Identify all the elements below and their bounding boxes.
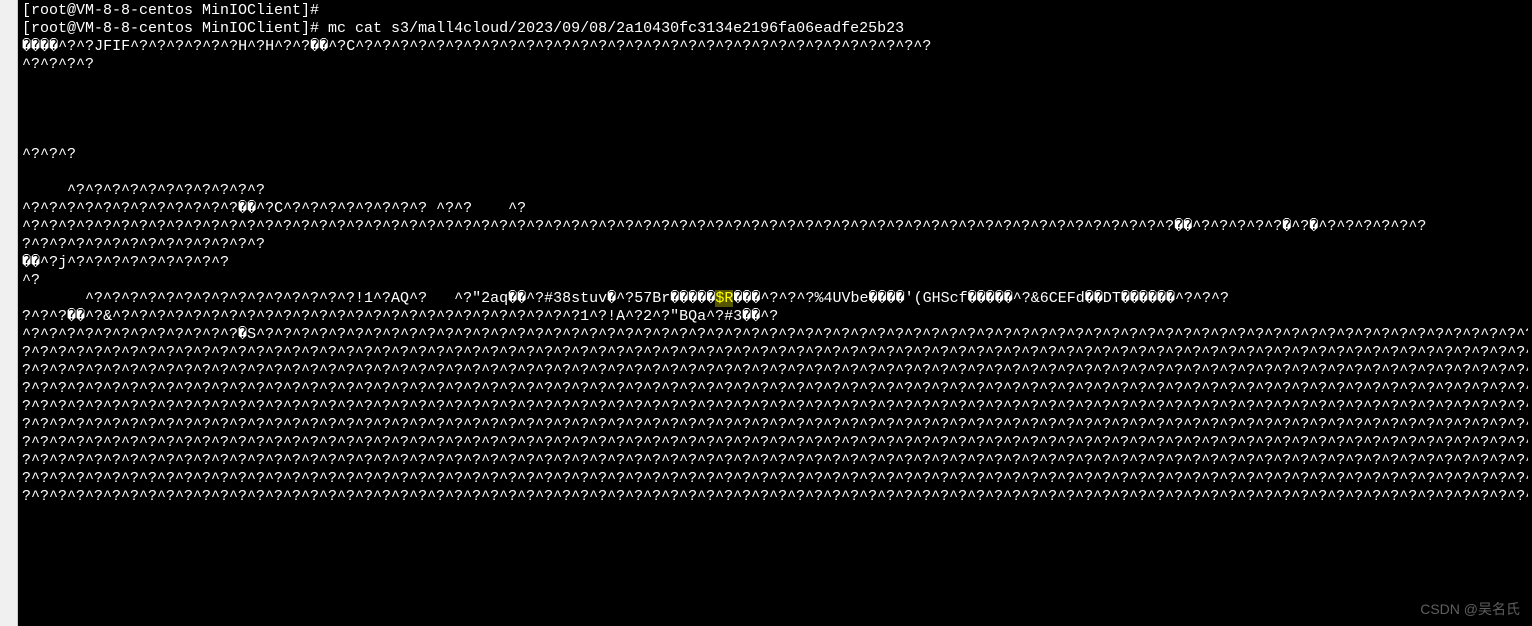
- watermark: CSDN @吴名氏: [1420, 601, 1520, 618]
- terminal-line: [22, 92, 1528, 110]
- terminal-line: ?^?^?^?^?^?^?^?^?^?^?^?^?^?^?^?^?^?^?^?^…: [22, 488, 1528, 506]
- terminal-line: ^?^?^?^?^?^?^?^?^?^?^?^?^?^?^?!1^?AQ^? ^…: [22, 290, 1528, 308]
- terminal-line: ?^?^?^?^?^?^?^?^?^?^?^?^?^?^?^?^?^?^?^?^…: [22, 452, 1528, 470]
- terminal-output[interactable]: [root@VM-8-8-centos MinIOClient]#[root@V…: [18, 0, 1532, 626]
- terminal-line: ?^?^?��^?&^?^?^?^?^?^?^?^?^?^?^?^?^?^?^?…: [22, 308, 1528, 326]
- terminal-line: ^?^?^?^?^?^?^?^?^?^?^?^?�S^?^?^?^?^?^?^?…: [22, 326, 1528, 344]
- terminal-line: ?^?^?^?^?^?^?^?^?^?^?^?^?^?^?^?^?^?^?^?^…: [22, 344, 1528, 362]
- terminal-line: [22, 164, 1528, 182]
- terminal-line: [22, 110, 1528, 128]
- terminal-line: ?^?^?^?^?^?^?^?^?^?^?^?^?^?^?^?^?^?^?^?^…: [22, 470, 1528, 488]
- terminal-line: ^?^?^?^?^?^?^?^?^?^?^?^?^?^?^?^?^?^?^?^?…: [22, 218, 1528, 236]
- terminal-line: ?^?^?^?^?^?^?^?^?^?^?^?^?^?^?^?^?^?^?^?^…: [22, 380, 1528, 398]
- terminal-line: ����^?^?JFIF^?^?^?^?^?^?H^?H^?^?��^?C^?^…: [22, 38, 1528, 56]
- terminal-line: ^?: [22, 272, 1528, 290]
- terminal-line: ^?^?^?^?^?^?^?^?^?^?^?^?��^?C^?^?^?^?^?^…: [22, 200, 1528, 218]
- scrollbar-track[interactable]: [0, 0, 18, 626]
- terminal-line: ?^?^?^?^?^?^?^?^?^?^?^?^?^?^?^?^?^?^?^?^…: [22, 416, 1528, 434]
- terminal-line: [22, 74, 1528, 92]
- terminal-line: ?^?^?^?^?^?^?^?^?^?^?^?^?^?: [22, 236, 1528, 254]
- terminal-line: ^?^?^?^?^?^?^?^?^?^?^?: [22, 182, 1528, 200]
- terminal-line: [root@VM-8-8-centos MinIOClient]# mc cat…: [22, 20, 1528, 38]
- terminal-line: [root@VM-8-8-centos MinIOClient]#: [22, 2, 1528, 20]
- terminal-line: ^?^?^?: [22, 146, 1528, 164]
- terminal-line: ?^?^?^?^?^?^?^?^?^?^?^?^?^?^?^?^?^?^?^?^…: [22, 434, 1528, 452]
- terminal-line: ^?^?^?^?: [22, 56, 1528, 74]
- terminal-line: ?^?^?^?^?^?^?^?^?^?^?^?^?^?^?^?^?^?^?^?^…: [22, 398, 1528, 416]
- terminal-line: [22, 128, 1528, 146]
- highlighted-text: $R: [715, 290, 733, 307]
- terminal-line: ��^?j^?^?^?^?^?^?^?^?^?: [22, 254, 1528, 272]
- terminal-line: ?^?^?^?^?^?^?^?^?^?^?^?^?^?^?^?^?^?^?^?^…: [22, 362, 1528, 380]
